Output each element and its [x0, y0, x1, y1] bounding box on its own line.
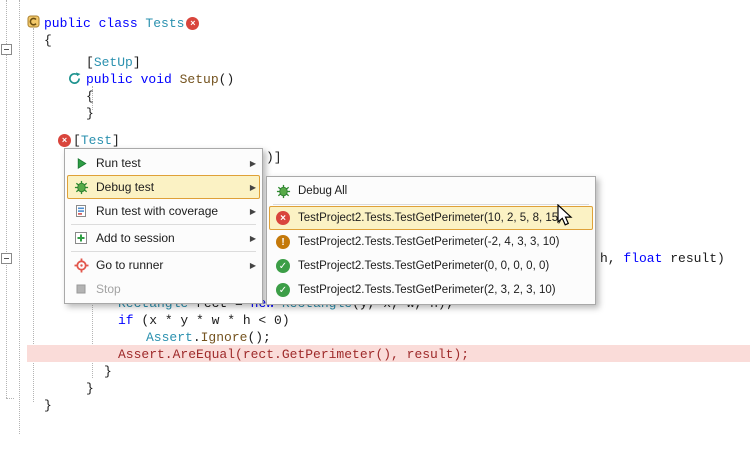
submenu-arrow-icon: ▶ [250, 234, 256, 243]
mouse-cursor [556, 204, 578, 228]
menu-item-label: TestProject2.Tests.TestGetPerimeter(10, … [298, 212, 589, 224]
menu-item-label: TestProject2.Tests.TestGetPerimeter(0, 0… [298, 260, 589, 272]
menu-item-run-test-with-coverage[interactable]: Run test with coverage ▶ [67, 199, 260, 223]
class-icon [27, 15, 40, 28]
line-setup-close-brace: } [86, 105, 94, 122]
debug-test-submenu: Debug All × TestProject2.Tests.TestGetPeri… [266, 176, 596, 305]
test-passed-icon: ✓ [276, 259, 290, 273]
menu-item-icon-slot [273, 183, 293, 199]
fold-marker-class[interactable] [1, 44, 12, 55]
outline-margin-line [6, 0, 7, 398]
menu-item-test-passed-1[interactable]: ✓ TestProject2.Tests.TestGetPerimeter(0, … [269, 254, 593, 278]
menu-item-run-test[interactable]: Run test ▶ [67, 151, 260, 175]
line-if-statement: if (x * y * w * h < 0) [118, 312, 290, 329]
line-setup-declaration: public void Setup() [86, 71, 234, 88]
menu-item-label: Run test [96, 156, 242, 170]
menu-item-icon-slot [71, 257, 91, 273]
line-assert-areequal: Assert.AreEqual(rect.GetPerimeter(), res… [118, 346, 469, 363]
menu-item-icon-slot [71, 155, 91, 171]
menu-item-debug-test[interactable]: Debug test ▶ [67, 175, 260, 199]
menu-item-icon-slot [71, 203, 91, 219]
run-icon [75, 157, 88, 170]
test-failed-icon: × [276, 211, 290, 225]
menu-item-label: Go to runner [96, 258, 242, 272]
line-close-brace-1: } [104, 363, 112, 380]
submenu-arrow-icon: ▶ [250, 159, 256, 168]
setup-method-icon [68, 72, 81, 85]
line-test-attribute: ×[Test] [56, 132, 120, 149]
menu-separator [71, 251, 256, 252]
code-editor[interactable]: public class Tests×{[SetUp]public void S… [0, 0, 750, 476]
line-testcase-fragment: )] [266, 149, 282, 166]
submenu-arrow-icon: ▶ [250, 183, 256, 192]
menu-item-icon-slot: ! [273, 234, 293, 250]
menu-item-icon-slot: ✓ [273, 258, 293, 274]
menu-item-label: Run test with coverage [96, 204, 242, 218]
method-body-guide [92, 302, 93, 378]
submenu-arrow-icon: ▶ [250, 261, 256, 270]
coverage-icon [74, 204, 88, 218]
test-passed-icon: ✓ [276, 283, 290, 297]
line-assert-ignore: Assert.Ignore(); [146, 329, 271, 346]
menu-item-label: TestProject2.Tests.TestGetPerimeter(2, 3… [298, 284, 589, 296]
menu-item-icon-slot [71, 281, 91, 297]
menu-item-icon-slot [71, 179, 91, 195]
menu-item-label: Add to session [96, 231, 242, 245]
line-close-brace-2: } [86, 380, 94, 397]
menu-item-label: Stop [96, 282, 256, 296]
menu-item-label: Debug test [96, 180, 242, 194]
add-session-icon [74, 231, 88, 245]
line-close-brace-3: } [44, 397, 52, 414]
outline-corner [6, 398, 14, 399]
menu-separator [273, 204, 589, 205]
line-setup-open-brace: { [86, 88, 94, 105]
line-class-open-brace: { [44, 32, 52, 49]
submenu-arrow-icon: ▶ [250, 207, 256, 216]
menu-item-icon-slot [71, 230, 91, 246]
line-setup-attribute: [SetUp] [86, 54, 141, 71]
menu-item-go-to-runner[interactable]: Go to runner ▶ [67, 253, 260, 277]
menu-item-stop: Stop [67, 277, 260, 301]
stop-icon [75, 283, 87, 295]
line-method-signature-fragment: h, float result) [600, 250, 725, 267]
gutter-separator-line [19, 0, 20, 434]
menu-item-icon-slot: ✓ [273, 282, 293, 298]
debug-icon [74, 180, 89, 195]
debug-icon [276, 184, 291, 199]
context-menu: Run test▶Debug test▶Run test with covera… [64, 148, 263, 304]
menu-item-debug-all[interactable]: Debug All [269, 179, 593, 203]
menu-item-icon-slot: × [273, 210, 293, 226]
menu-item-test-inconclusive[interactable]: ! TestProject2.Tests.TestGetPerimeter(-2,… [269, 230, 593, 254]
error-badge-icon: × [186, 17, 199, 30]
runner-icon [74, 258, 89, 273]
line-class-declaration: public class Tests× [44, 15, 201, 32]
menu-item-label: TestProject2.Tests.TestGetPerimeter(-2, … [298, 236, 589, 248]
menu-item-test-failed[interactable]: × TestProject2.Tests.TestGetPerimeter(10,… [269, 206, 593, 230]
fold-marker-method[interactable] [1, 253, 12, 264]
menu-item-add-to-session[interactable]: Add to session ▶ [67, 226, 260, 250]
test-inconclusive-icon: ! [276, 235, 290, 249]
menu-separator [71, 224, 256, 225]
menu-item-label: Debug All [298, 185, 589, 197]
error-badge-icon: × [58, 134, 71, 147]
menu-item-test-passed-2[interactable]: ✓ TestProject2.Tests.TestGetPerimeter(2, … [269, 278, 593, 302]
